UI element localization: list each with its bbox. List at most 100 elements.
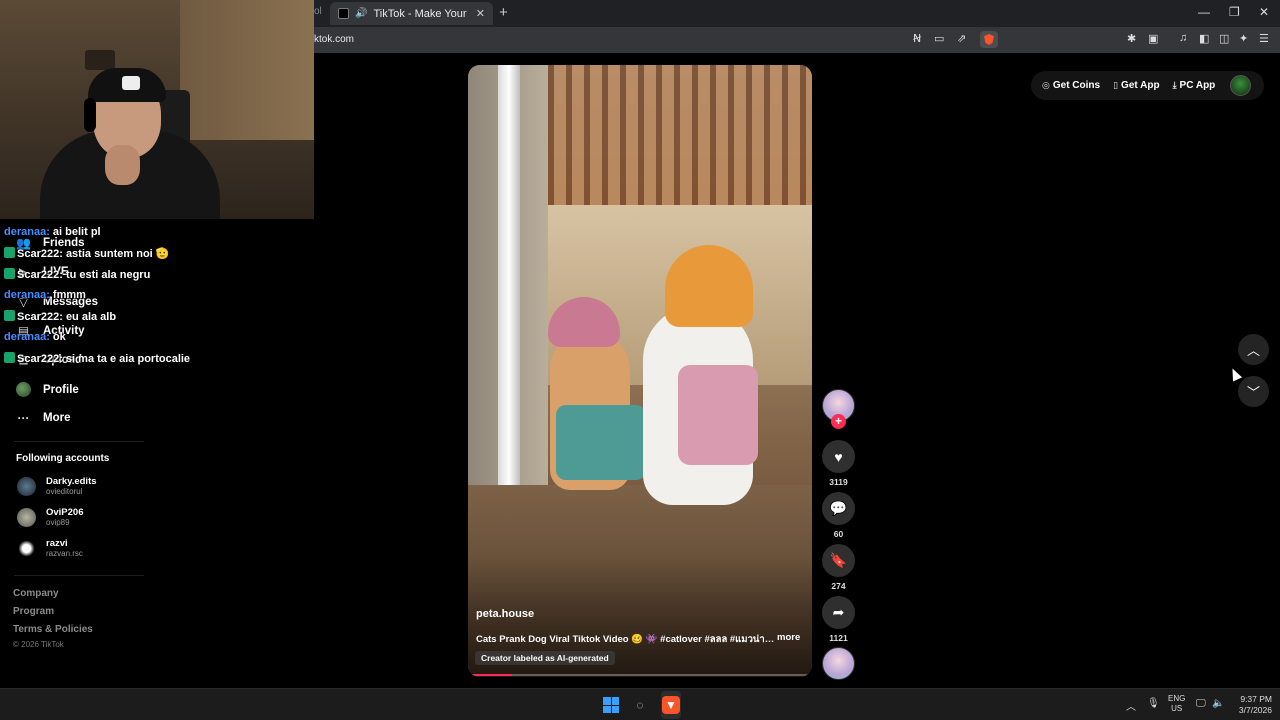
chat-message: Scar222: eu ala alb [4,310,116,323]
clock-time: 9:37 PM [1240,694,1272,704]
close-tab-icon[interactable]: ✕ [476,7,485,20]
wallet-icon[interactable]: ◫ [1219,32,1229,45]
microphone-icon[interactable]: 🎙 [1147,698,1160,709]
chat-badge-icon [4,310,15,321]
following-account[interactable]: OviP206 ovip89 [17,507,84,528]
browser-tab-tiktok[interactable]: 🔊 TikTok - Make Your Day ✕ [330,2,493,25]
media-icon[interactable]: Ꞥ [913,32,921,45]
chat-username: Scar222 [17,269,60,281]
get-app-button[interactable]: ▯ Get App [1113,80,1159,91]
comment-button[interactable]: 💬 [822,492,855,525]
tab-search-icon[interactable]: ▣ [1148,32,1158,45]
video-cat-orange-hat [665,245,753,327]
get-app-label: Get App [1121,80,1160,91]
video-progress-fill [472,674,513,676]
tab-title: TikTok - Make Your Day [373,7,469,20]
save-button[interactable]: 🔖 [822,544,855,577]
comment-icon: 💬 [829,500,848,516]
chat-message: Scar222: si ma ta e aia portocalie [4,352,190,365]
video-progress-bar[interactable] [472,674,808,676]
account-username: ovieditorul [46,487,83,496]
tray-chevron-icon[interactable]: ︿ [1126,698,1136,713]
network-icon[interactable]: 🖵 [1196,698,1206,709]
sidebar-divider [14,575,144,576]
new-tab-button[interactable]: + [499,4,508,21]
chat-text: ai belit pl [49,226,101,238]
video-cat-teal-towel [556,405,646,480]
avatar [17,477,36,496]
speaker-icon[interactable]: 🔊 [355,8,367,19]
caption-more-link[interactable]: more [777,632,800,643]
following-account[interactable]: razvi razvan.rsc [17,538,83,559]
minimize-button[interactable]: — [1198,5,1210,19]
heart-icon: ♥ [834,448,843,465]
previous-tab-fragment[interactable]: ol [314,6,322,17]
lang-bottom: US [1171,704,1183,713]
volume-icon[interactable]: 🔈 [1212,698,1224,709]
chat-text: : tu esti ala negru [59,269,151,281]
coin-icon: ◎ [1042,80,1050,90]
following-account[interactable]: Darky.edits ovieditorul [17,476,97,497]
video-player[interactable]: peta.house Cats Prank Dog Viral Tiktok V… [468,65,812,677]
share-button[interactable]: ➦ [822,596,855,629]
follow-plus-icon[interactable]: + [831,414,846,429]
sidebar-item-profile[interactable]: Profile [16,382,79,397]
taskbar: ◌ ▼ ︿ 🎙 ENG US 🖵 🔈 9:37 PM 3/7/2026 [0,688,1280,720]
footer-link-terms[interactable]: Terms & Policies [13,624,93,635]
chat-text: : astia suntem noi 🫡 [59,248,170,260]
menu-icon[interactable]: ☰ [1259,32,1269,45]
ai-generated-label: Creator labeled as AI-generated [475,651,615,665]
following-accounts-title: Following accounts [16,453,110,464]
language-indicator[interactable]: ENG US [1168,694,1185,714]
chat-username: Scar222 [17,353,60,365]
pc-app-button[interactable]: ⤓ PC App [1173,80,1216,91]
leo-ai-icon[interactable]: ✦ [1239,32,1248,45]
video-cat-pink-towel [678,365,758,465]
chat-message: Scar222: tu esti ala negru [4,268,150,281]
webcam-wall [180,0,314,140]
chat-badge-icon [4,352,15,363]
share-count: 1121 [829,633,848,643]
brave-browser-icon[interactable]: ▼ [662,696,680,714]
footer-link-company[interactable]: Company [13,588,59,599]
get-coins-button[interactable]: ◎ Get Coins [1042,80,1100,91]
chat-message: deranaa: ok [4,331,66,343]
more-icon: ··· [17,411,30,425]
app-icon[interactable]: ◌ [631,696,649,714]
bookmark-icon: 🔖 [829,552,848,568]
account-username: ovip89 [46,518,70,527]
like-button[interactable]: ♥ [822,440,855,473]
account-username: razvan.rsc [46,549,83,558]
chat-badge-icon [4,247,15,258]
sidebar-icon[interactable]: ◧ [1199,32,1209,45]
video-author[interactable]: peta.house [476,608,534,620]
chevron-down-icon: ﹀ [1246,385,1260,400]
sound-disc-avatar[interactable] [822,647,855,680]
url-field[interactable]: ktok.com [314,34,354,45]
music-icon[interactable]: ♫ [1179,32,1187,44]
close-window-button[interactable]: ✕ [1259,5,1269,19]
next-video-button[interactable]: ﹀ [1238,376,1269,407]
clock-date: 3/7/2026 [1238,705,1272,715]
cast-icon[interactable]: ▭ [934,32,944,45]
extensions-icon[interactable]: ✱ [1127,32,1136,45]
like-count: 3119 [829,477,848,487]
get-coins-label: Get Coins [1052,80,1101,91]
user-avatar[interactable] [1230,75,1252,96]
webcam-cap-logo [122,76,140,90]
chat-message: Scar222: astia suntem noi 🫡 [4,247,170,260]
avatar [17,539,36,558]
clock[interactable]: 9:37 PM 3/7/2026 [1232,694,1272,716]
footer-link-program[interactable]: Program [13,606,54,617]
account-name: OviP206 [46,507,84,518]
share-icon[interactable]: ⇗ [957,32,966,45]
windows-start-icon[interactable] [603,697,619,713]
previous-video-button[interactable]: ︿ [1238,334,1269,365]
profile-avatar [16,382,31,397]
chat-text: : si ma ta e aia portocalie [59,353,191,365]
chat-username: Scar222 [17,311,60,323]
brave-shields-icon[interactable] [980,31,998,48]
sidebar-item-more[interactable]: ··· More [16,411,71,425]
top-right-actions: ◎ Get Coins ▯ Get App ⤓ PC App [1031,71,1264,100]
restore-button[interactable]: ❐ [1229,5,1240,19]
